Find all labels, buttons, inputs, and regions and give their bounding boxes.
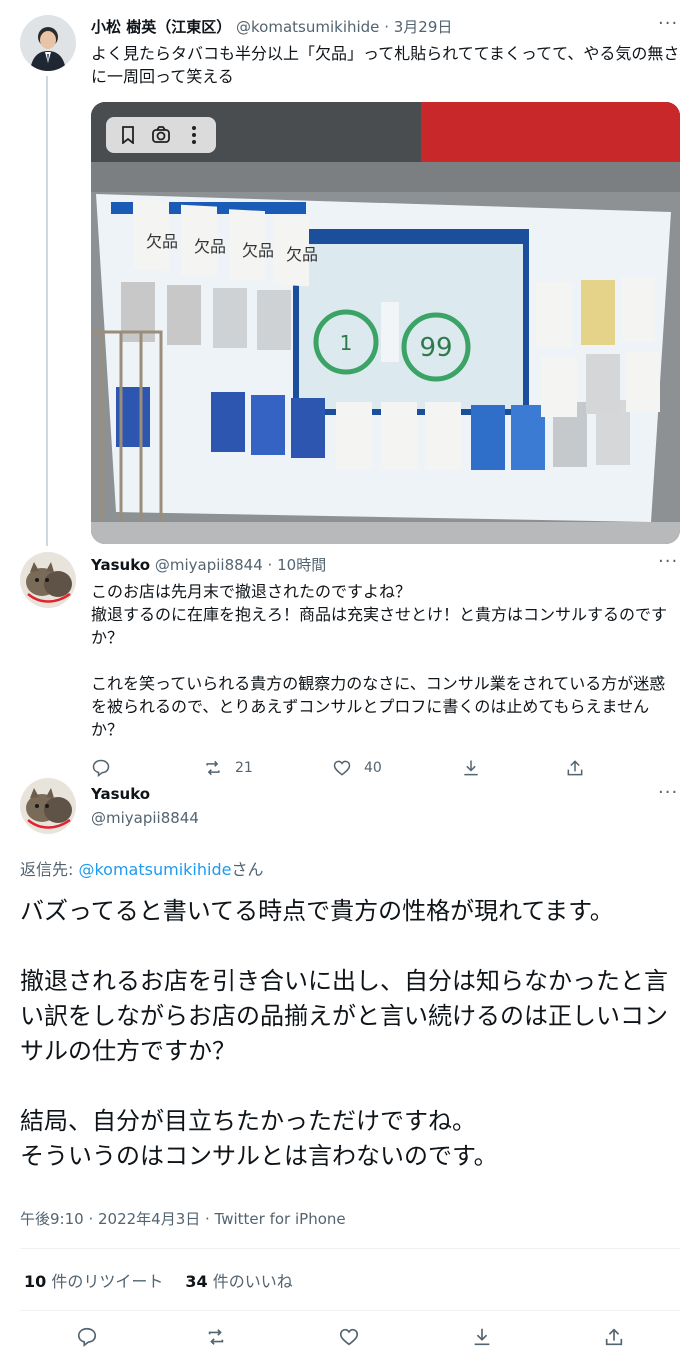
likes-stat[interactable]: 34 件のいいね	[185, 1272, 292, 1291]
more-horizontal-icon[interactable]: ···	[658, 551, 678, 572]
sign-text-1: 欠品	[146, 232, 178, 251]
retweet-icon	[208, 1329, 224, 1345]
main-tweet-text: バズってると書いてる時点で貴方の性格が現れてます。 撤退されるお店を引き合いに出…	[20, 897, 668, 1170]
like-button[interactable]: 40	[332, 758, 382, 778]
heart-icon	[339, 1328, 359, 1346]
sign-text-3: 欠品	[242, 241, 274, 260]
save-button[interactable]	[461, 758, 481, 778]
retweet-label: 件のリツイート	[46, 1272, 164, 1291]
display-name[interactable]: 小松 樹英（江東区）	[91, 18, 231, 36]
svg-text:1: 1	[340, 331, 353, 355]
reply-to-suffix: さん	[231, 860, 264, 879]
download-icon	[474, 1328, 490, 1346]
divider	[20, 1248, 680, 1249]
divider	[20, 1310, 680, 1311]
reply-to-handle-link[interactable]: @komatsumikihide	[78, 860, 231, 879]
heart-icon	[333, 760, 351, 776]
handle[interactable]: @miyapii8844	[91, 809, 199, 827]
retweet-button[interactable]: 21	[203, 758, 253, 778]
retweet-count: 21	[235, 760, 253, 776]
reply-icon	[77, 1327, 97, 1347]
share-button[interactable]	[565, 758, 585, 778]
more-horizontal-icon[interactable]: ···	[658, 782, 678, 803]
main-tweet-handle-row: @miyapii8844	[91, 808, 199, 828]
main-retweet-button[interactable]	[205, 1326, 227, 1348]
share-icon	[605, 1328, 623, 1346]
display-name[interactable]: Yasuko	[91, 785, 150, 803]
avatar-yasuko[interactable]	[20, 552, 76, 608]
engagement-stats: 10 件のリツイート 34 件のいいね	[24, 1268, 293, 1292]
avatar-yasuko-main[interactable]	[20, 778, 76, 834]
reply-tweet-header: Yasuko @miyapii8844 · 10時間	[91, 555, 326, 575]
main-tweet-timestamp[interactable]: 午後9:10 · 2022年4月3日 · Twitter for iPhone	[20, 1208, 346, 1229]
main-tweet-display-name: Yasuko	[91, 784, 150, 804]
main-reply-button[interactable]	[76, 1326, 98, 1348]
bookmark-icon[interactable]	[116, 123, 140, 147]
download-icon	[464, 760, 478, 776]
retweets-stat[interactable]: 10 件のリツイート	[24, 1272, 163, 1291]
retweet-total: 10	[24, 1272, 47, 1291]
tweet-date[interactable]: 3月29日	[394, 18, 453, 36]
svg-text:99: 99	[419, 333, 452, 363]
like-total: 34	[185, 1272, 208, 1291]
reply-tweet-text: このお店は先月末で撤退されたのですよね？ 撤退するのに在庫を抱えろ！商品は充実さ…	[91, 582, 668, 739]
main-save-button[interactable]	[471, 1326, 493, 1348]
reply-icon	[92, 759, 110, 778]
separator-dot: ·	[384, 18, 389, 36]
like-count: 40	[364, 760, 382, 776]
thread-line	[46, 76, 48, 546]
share-icon	[567, 760, 583, 776]
handle[interactable]: @komatsumikihide	[236, 18, 379, 36]
retweet-icon	[206, 760, 220, 776]
sign-text-4: 欠品	[286, 245, 318, 264]
tweet-time[interactable]: 10時間	[277, 556, 326, 574]
handle[interactable]: @miyapii8844	[155, 556, 263, 574]
original-tweet-header: 小松 樹英（江東区） @komatsumikihide · 3月29日	[91, 17, 452, 37]
camera-lens-icon[interactable]	[149, 123, 173, 147]
main-share-button[interactable]	[603, 1326, 625, 1348]
reply-button[interactable]	[91, 758, 111, 778]
original-tweet-text: よく見たらタバコも半分以上「欠品」って札貼られててまくってて、やる気の無さに一周…	[91, 44, 680, 86]
photo-cigarette-shelf: 99 1 欠品 欠品 欠品 欠品	[91, 102, 680, 544]
more-vertical-icon[interactable]	[182, 123, 206, 147]
main-like-button[interactable]	[338, 1326, 360, 1348]
more-horizontal-icon[interactable]: ···	[658, 13, 678, 34]
reply-to-prefix: 返信先:	[20, 860, 79, 879]
reply-to-line: 返信先: @komatsumikihideさん	[20, 856, 263, 880]
separator-dot: ·	[267, 556, 273, 574]
display-name[interactable]: Yasuko	[91, 556, 150, 574]
tweet-photo[interactable]: 99 1 欠品 欠品 欠品 欠品	[91, 102, 680, 544]
avatar-komatsu[interactable]	[20, 15, 76, 71]
like-label: 件のいいね	[207, 1272, 293, 1291]
sign-text-2: 欠品	[194, 237, 226, 256]
media-toolbar	[106, 117, 216, 153]
